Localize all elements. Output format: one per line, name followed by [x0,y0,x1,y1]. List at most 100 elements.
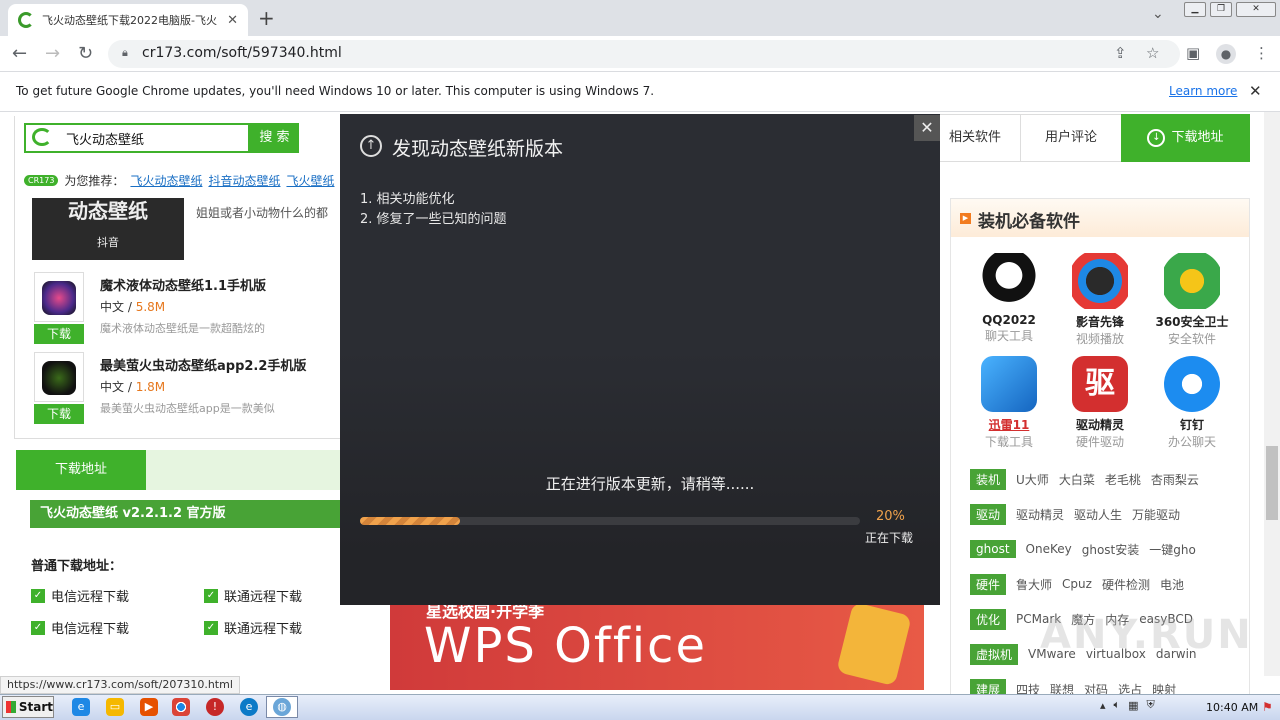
app-title[interactable]: 魔术液体动态壁纸1.1手机版 [100,275,266,294]
menu-kebab-icon[interactable]: ⋮ [1254,44,1269,62]
ie-icon[interactable]: e [72,698,90,716]
reload-icon[interactable]: ↻ [78,43,93,64]
essential-app-name: 钉钉 [1179,418,1204,432]
download-link[interactable]: ✓ 联通远程下载 [204,586,302,605]
category-link[interactable]: 驱动精灵 [1016,506,1064,523]
infobar-message: To get future Google Chrome updates, you… [16,84,655,98]
windows-taskbar [0,694,1280,720]
start-button[interactable]: Start [2,696,54,718]
restore-button[interactable]: ❐ [1210,2,1232,17]
tab-search-chevron-icon[interactable]: ⌄ [1152,6,1164,22]
essential-app[interactable]: QQ2022 聊天工具 [964,253,1054,344]
category-link[interactable]: Cpuz [1062,577,1092,591]
lock-icon[interactable]: 🔒︎ [122,46,128,60]
article-thumbnail[interactable]: 动态壁纸 抖音 [32,198,184,260]
profile-avatar-icon[interactable]: ● [1216,44,1236,64]
download-link[interactable]: ✓ 电信远程下载 [31,586,129,605]
panel-border [14,438,340,439]
close-window-button[interactable]: ✕ [1236,2,1276,17]
category-link[interactable]: 万能驱动 [1132,506,1180,523]
recommend-link[interactable]: 抖音动态壁纸 [208,172,280,189]
tab-close-icon[interactable]: ✕ [227,13,238,28]
play-bullet-icon: ▶ [960,213,971,224]
app-lang: 中文 / [100,380,136,394]
essential-app[interactable]: 钉钉 办公聊天 [1147,356,1237,450]
category-tag[interactable]: ghost [970,540,1016,558]
edge-icon[interactable]: e [240,698,258,716]
app-download-button[interactable]: 下载 [34,324,84,344]
app-icon-firefly[interactable] [34,352,84,402]
category-link[interactable]: 电池 [1160,576,1184,593]
category-tag[interactable]: 驱动 [970,503,1007,525]
page-scrollbar[interactable] [1264,112,1280,676]
recommend-link[interactable]: 飞火壁纸 [286,172,334,189]
tab-download-address[interactable]: ↓ 下载地址 [1121,114,1250,162]
category-link[interactable]: ghost安装 [1082,541,1140,558]
volume-icon[interactable]: 🔈︎ [1114,698,1121,712]
chrome-icon[interactable] [172,698,190,716]
minimize-button[interactable]: ▁ [1184,2,1206,17]
network-icon[interactable]: ▦ [1128,699,1138,712]
tab-related-software[interactable]: 相关软件 [930,114,1020,162]
tab-user-comments[interactable]: 用户评论 [1020,114,1121,162]
category-link[interactable]: U大师 [1016,471,1049,488]
recommend-row: CR173 为您推荐： 飞火动态壁纸 抖音动态壁纸 飞火壁纸 [24,172,334,189]
share-icon[interactable]: ⇪ [1114,44,1127,62]
site-search-input[interactable]: 飞火动态壁纸 [66,129,144,148]
download-link[interactable]: ✓ 联通远程下载 [204,618,302,637]
essential-app[interactable]: 驱 驱动精灵 硬件驱动 [1055,356,1145,450]
app-title[interactable]: 最美萤火虫动态壁纸app2.2手机版 [100,355,306,374]
media-player-icon[interactable]: ▶ [140,698,158,716]
back-icon[interactable]: ← [12,43,27,64]
site-search-button[interactable]: 搜 索 [250,123,299,153]
infobar-close-icon[interactable]: ✕ [1249,82,1262,100]
stop-sign-icon[interactable]: ! [206,698,224,716]
category-tag[interactable]: 虚拟机 [970,643,1019,665]
category-tag[interactable]: 优化 [970,608,1007,630]
recommend-label: 为您推荐： [64,174,125,188]
status-bubble-url: https://www.cr173.com/soft/207310.html [0,676,240,694]
bookmark-star-icon[interactable]: ☆ [1146,44,1159,62]
qq-penguin-icon [981,253,1037,309]
essential-app-name: 360安全卫士 [1155,315,1229,329]
recommend-link[interactable]: 飞火动态壁纸 [130,172,202,189]
category-link[interactable]: 一键ghо [1149,541,1196,558]
action-center-flag-icon[interactable]: ⚑ [1262,700,1273,714]
category-link[interactable]: 杏雨梨云 [1151,471,1199,488]
app-icon-magic-liquid[interactable] [34,272,84,322]
category-link[interactable]: OneKey [1026,542,1072,556]
app-size: 5.8M [135,300,166,314]
new-tab-icon[interactable]: + [258,6,275,30]
normal-download-heading: 普通下载地址： [31,559,123,574]
tray-arrow-icon[interactable]: ▴ [1100,699,1106,712]
category-link[interactable]: 鲁大师 [1016,576,1052,593]
shield-icon[interactable]: ⛨ [1147,698,1155,712]
side-panel-icon[interactable]: ▣ [1186,44,1200,62]
category-link[interactable]: 老毛桃 [1105,471,1141,488]
url-text[interactable]: cr173.com/soft/597340.html [142,45,342,61]
scrollbar-thumb[interactable] [1266,446,1278,520]
category-tag[interactable]: 装机 [970,468,1007,490]
category-link[interactable]: 硬件检测 [1102,576,1150,593]
thumbnail-subtext: 抖音 [97,236,119,249]
forward-icon[interactable]: → [45,43,60,64]
learn-more-link[interactable]: Learn more [1169,84,1237,98]
anyrun-watermark: ANY.RUN [1040,612,1253,658]
check-icon: ✓ [204,620,218,635]
app-download-button[interactable]: 下载 [34,404,84,424]
download-address-tab[interactable]: 下载地址 [16,450,146,490]
explorer-folder-icon[interactable]: ▭ [106,698,124,716]
wps-office-ad[interactable]: 星选校园·开学季 WPS Office [390,600,924,690]
category-link[interactable]: 大白菜 [1059,471,1095,488]
essential-app[interactable]: 360安全卫士 安全软件 [1147,253,1237,347]
site-badge: CR173 [24,175,59,186]
version-bar: 飞火动态壁纸 v2.2.1.2 官方版 [30,500,340,528]
category-tag[interactable]: 硬件 [970,573,1007,595]
dialog-close-button[interactable]: ✕ [914,115,940,141]
essential-app[interactable]: 影音先锋 视频播放 [1055,253,1145,347]
download-link[interactable]: ✓ 电信远程下载 [31,618,129,637]
category-link[interactable]: 驱动人生 [1074,506,1122,523]
browser-tab[interactable]: 飞火动态壁纸下载2022电脑版-飞火 ✕ [8,4,248,36]
essential-app[interactable]: 迅雷11 下载工具 [964,356,1054,450]
app-desc: 魔术液体动态壁纸是一款超酷炫的 [100,322,265,335]
